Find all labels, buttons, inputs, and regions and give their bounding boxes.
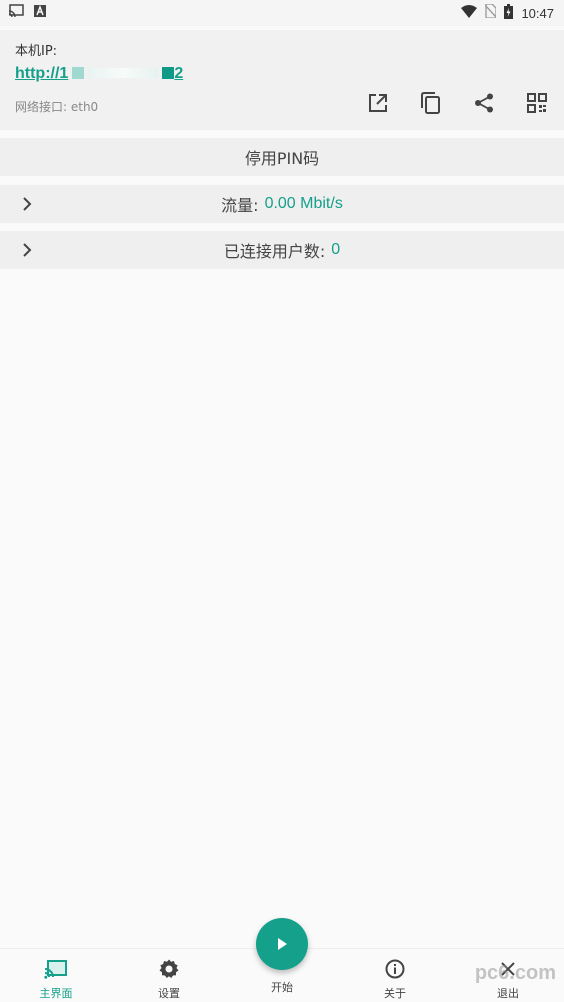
- battery-icon: [504, 3, 514, 23]
- ip-card: 本机IP: http://1 2 网络接口: eth0: [0, 30, 564, 130]
- connected-users-row[interactable]: 已连接用户数: 0: [0, 231, 564, 269]
- redaction-mask: [72, 67, 85, 79]
- start-fab-button[interactable]: [256, 918, 308, 970]
- qr-code-icon[interactable]: [526, 92, 548, 114]
- nav-settings-label: 设置: [158, 987, 180, 1000]
- gear-icon: [157, 957, 181, 981]
- connected-users-value: 0: [331, 241, 341, 258]
- wifi-icon: [461, 4, 478, 22]
- info-icon: [383, 957, 407, 981]
- status-time: 10:47: [521, 5, 554, 21]
- traffic-value: 0.00 Mbit/s: [264, 195, 343, 212]
- cast-icon: [44, 957, 68, 981]
- nav-about[interactable]: 关于: [360, 957, 430, 1001]
- nav-about-label: 关于: [384, 987, 406, 1000]
- watermark: pc6.com: [474, 962, 556, 984]
- disable-pin-label: 停用PIN码: [244, 149, 320, 168]
- cast-icon: [8, 4, 24, 22]
- ip-url-link[interactable]: http://1 2: [15, 65, 183, 83]
- play-icon: [278, 938, 287, 950]
- traffic-label: 流量:: [221, 196, 259, 215]
- redaction-mask: [162, 67, 175, 79]
- a-notification-icon: [34, 5, 46, 21]
- redaction-mask: [88, 68, 159, 78]
- ip-label: 本机IP:: [15, 44, 58, 59]
- ip-url-end: 2: [174, 65, 184, 82]
- nav-home-label: 主界面: [39, 987, 73, 1000]
- no-sim-icon: [484, 3, 498, 22]
- copy-icon[interactable]: [420, 92, 442, 114]
- open-external-icon[interactable]: [367, 92, 389, 114]
- nav-settings[interactable]: 设置: [134, 957, 204, 1001]
- nav-home[interactable]: 主界面: [21, 957, 91, 1001]
- chevron-right-icon: [23, 243, 32, 257]
- chevron-right-icon: [23, 197, 32, 211]
- ip-actions: [367, 92, 548, 114]
- nav-start-label: 开始: [271, 981, 293, 994]
- traffic-row[interactable]: 流量: 0.00 Mbit/s: [0, 185, 564, 223]
- disable-pin-button[interactable]: 停用PIN码: [0, 138, 564, 176]
- share-icon[interactable]: [473, 92, 495, 114]
- connected-users-label: 已连接用户数:: [223, 242, 326, 261]
- network-interface: 网络接口: eth0: [15, 100, 99, 114]
- ip-url-start: http://1: [15, 65, 69, 82]
- nav-exit-label: 退出: [497, 987, 519, 1000]
- status-bar: 10:47: [0, 0, 564, 26]
- nav-start[interactable]: 开始: [247, 979, 317, 995]
